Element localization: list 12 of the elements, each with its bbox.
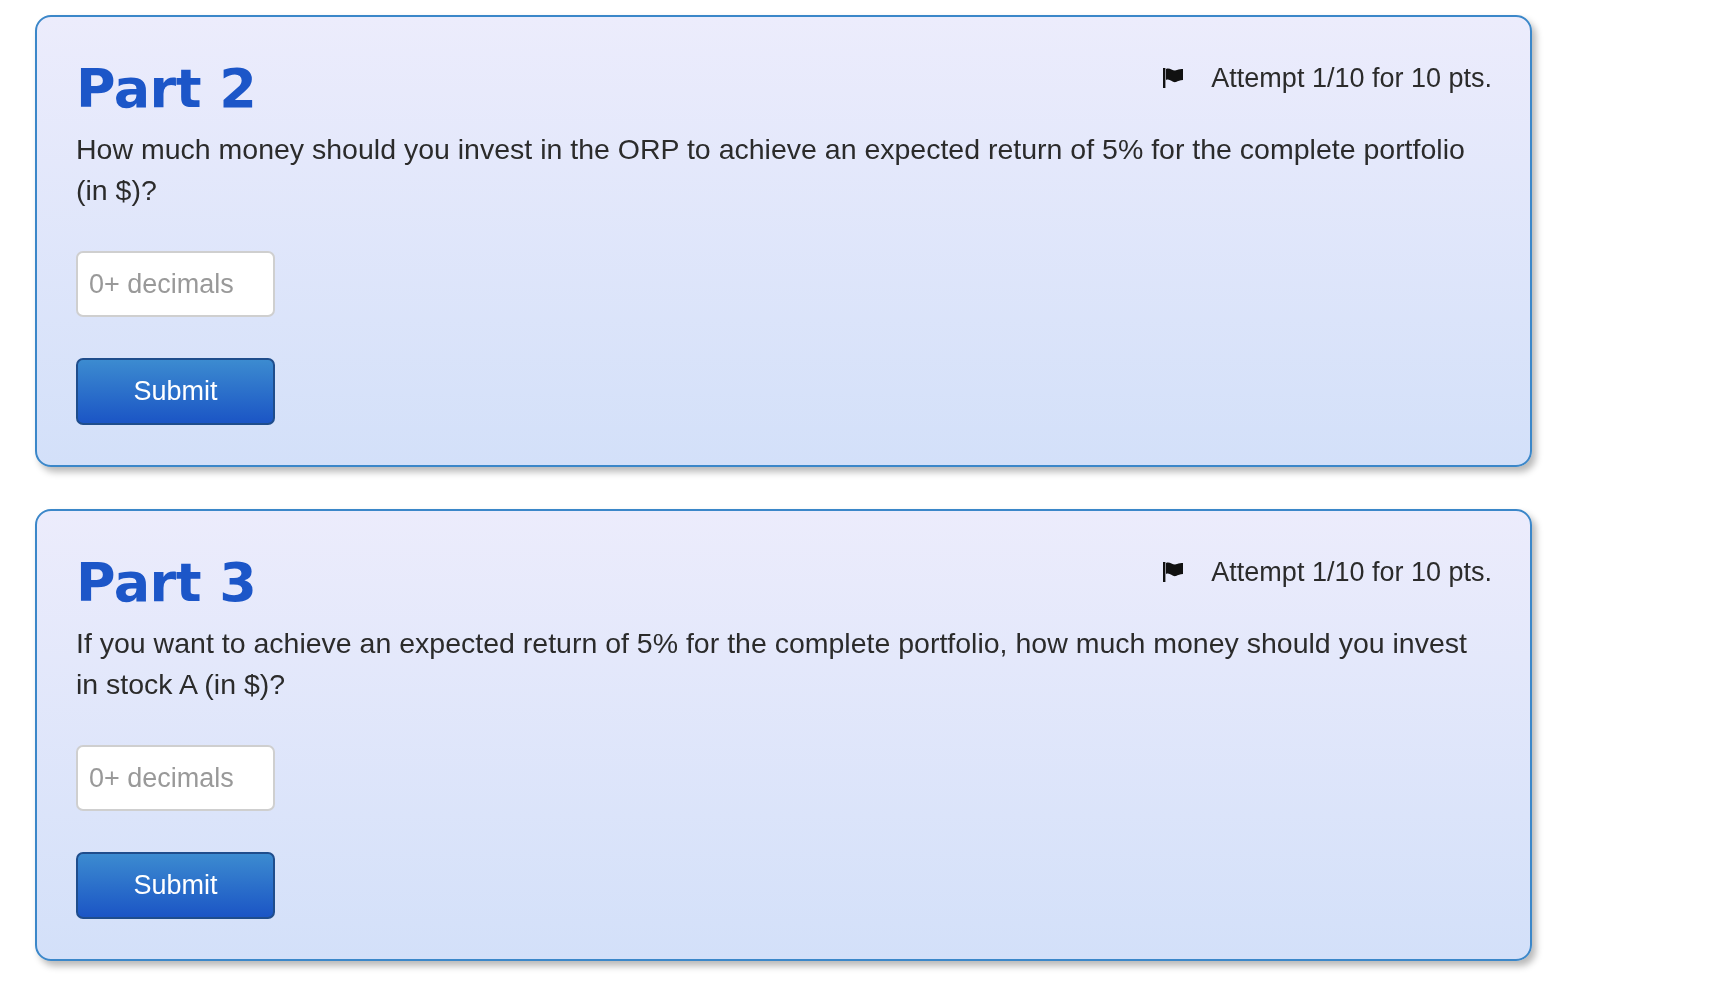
submit-button[interactable]: Submit xyxy=(76,852,275,919)
question-text: How much money should you invest in the ORP to achieve an expected return of 5% for the complete portfolio (in $)? xyxy=(76,132,1466,208)
attempt-info: Attempt 1/10 for 10 pts. xyxy=(1211,556,1492,588)
submit-button[interactable]: Submit xyxy=(76,358,275,425)
part-title: Part 3 xyxy=(76,553,257,613)
answer-field[interactable]: 0+ decimals xyxy=(76,745,275,811)
question-text: If you want to achieve an expected return of 5% for the complete portfolio, how much money should you invest in stock A (in $)? xyxy=(76,626,1468,702)
flag-icon[interactable] xyxy=(1163,562,1184,582)
answer-field[interactable]: 0+ decimals xyxy=(76,251,275,317)
flag-icon[interactable] xyxy=(1163,68,1184,88)
part-title: Part 2 xyxy=(76,59,257,119)
attempt-info: Attempt 1/10 for 10 pts. xyxy=(1211,62,1492,94)
